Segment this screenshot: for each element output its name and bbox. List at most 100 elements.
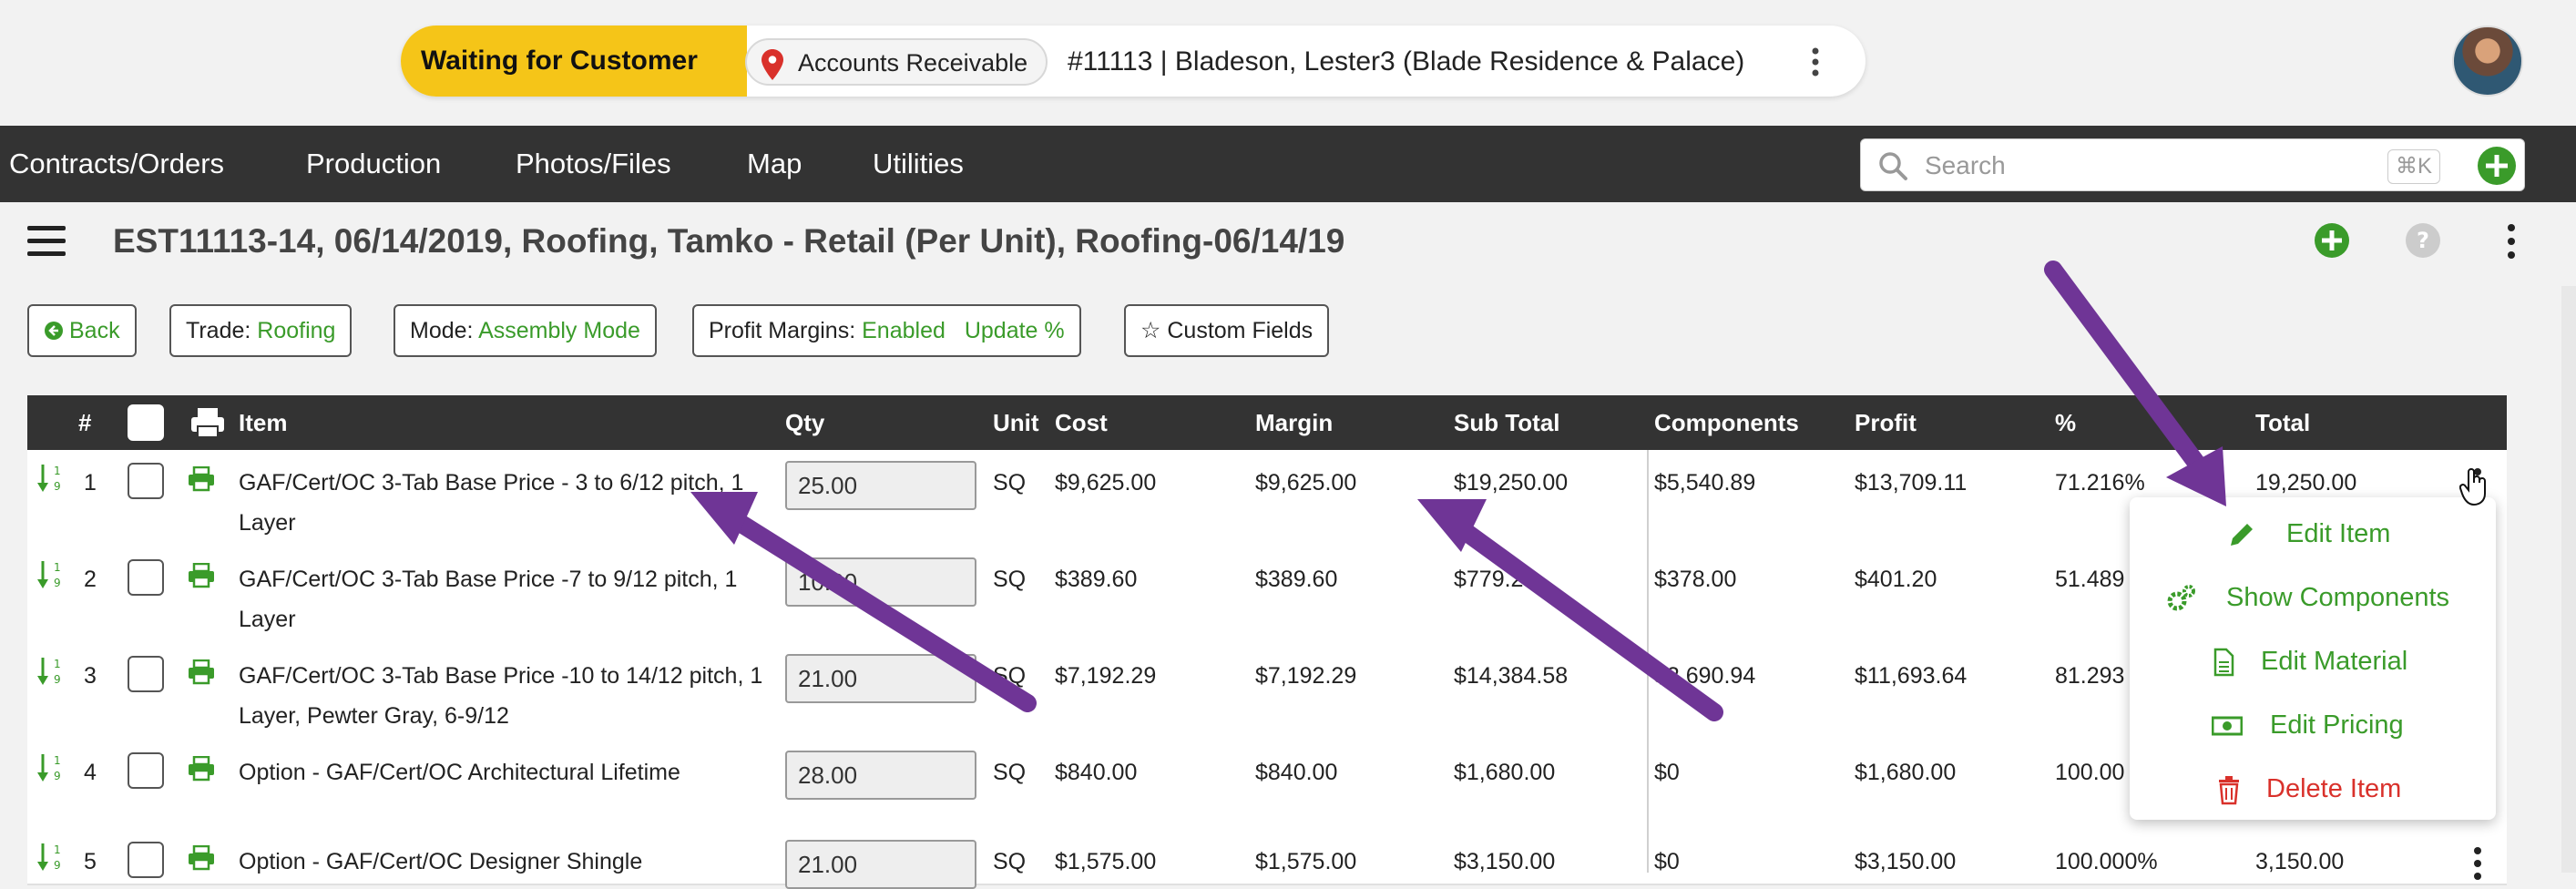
row-print-icon[interactable] [188, 756, 215, 782]
svg-text:1: 1 [54, 658, 61, 670]
add-item-icon[interactable] [2314, 222, 2350, 259]
job-menu-icon[interactable] [1802, 40, 1829, 84]
row-checkbox[interactable] [128, 559, 164, 596]
search-box: ⌘K [1860, 138, 2525, 191]
back-arrow-icon [45, 322, 63, 340]
profit-margins-label: Profit Margins: [709, 318, 856, 343]
custom-fields-label: Custom Fields [1167, 318, 1314, 343]
page-title: EST11113-14, 06/14/2019, Roofing, Tamko … [113, 222, 1345, 260]
back-button[interactable]: Back [27, 304, 137, 357]
quick-add-icon[interactable] [2477, 146, 2517, 186]
mode-button[interactable]: Mode: Assembly Mode [394, 304, 657, 357]
department-chip[interactable]: Accounts Receivable [745, 38, 1048, 86]
row-components: $378.00 [1654, 567, 1737, 592]
qty-input[interactable] [785, 557, 976, 607]
row-margin: $840.00 [1255, 760, 1338, 785]
row-checkbox[interactable] [128, 842, 164, 878]
row-subtotal: $779.20 [1454, 567, 1537, 592]
col-unit: Unit [993, 409, 1039, 436]
menu-edit-pricing[interactable]: Edit Pricing [2130, 696, 2496, 754]
page-menu-icon[interactable] [2498, 220, 2525, 262]
hamburger-menu-icon[interactable] [27, 224, 69, 259]
menu-edit-item[interactable]: Edit Item [2130, 505, 2496, 563]
row-checkbox[interactable] [128, 752, 164, 789]
row-percent: 100.000% [2055, 849, 2158, 874]
col-total: Total [2255, 409, 2311, 436]
table-row[interactable]: 1 9 5 SQ $1,575.00 $1,575.00 $3,150.00 $0 $3,150… [27, 829, 2507, 889]
row-print-icon[interactable] [188, 563, 215, 588]
row-number: 3 [84, 663, 97, 689]
sort-order-icon[interactable]: 19 [36, 559, 62, 590]
row-checkbox[interactable] [128, 656, 164, 692]
row-profit: $401.20 [1855, 567, 1937, 592]
nav-item-production[interactable]: Production [306, 126, 441, 202]
row-components: $2,690.94 [1654, 663, 1756, 689]
status-label[interactable]: Waiting for Customer [401, 26, 747, 97]
sort-order-icon[interactable]: 19 [36, 463, 62, 494]
row-subtotal: $1,680.00 [1454, 760, 1556, 785]
search-input[interactable] [1923, 147, 2400, 185]
row-action-menu: Edit Item Show Components Edit Material … [2130, 497, 2496, 820]
row-margin: $7,192.29 [1255, 663, 1357, 689]
row-print-icon[interactable] [188, 466, 215, 492]
sort-order-icon[interactable]: 19 [36, 656, 62, 687]
row-print-icon[interactable] [188, 845, 215, 871]
menu-edit-material-label: Edit Material [2261, 647, 2408, 676]
select-all-checkbox[interactable] [128, 404, 164, 441]
printer-icon[interactable] [189, 406, 226, 439]
svg-text:9: 9 [54, 673, 61, 686]
col-cost: Cost [1055, 409, 1108, 436]
sort-order-icon[interactable]: 19 [36, 752, 62, 783]
qty-input[interactable] [785, 751, 976, 800]
qty-input[interactable] [785, 840, 976, 889]
row-margin: $9,625.00 [1255, 470, 1357, 496]
svg-text:1: 1 [54, 754, 61, 767]
trade-button[interactable]: Trade: Roofing [169, 304, 353, 357]
menu-delete-item-label: Delete Item [2266, 774, 2402, 803]
nav-item-contracts[interactable]: Contracts/Orders [9, 126, 224, 202]
row-profit: $11,693.64 [1855, 663, 1968, 689]
row-unit: SQ [993, 760, 1027, 785]
row-checkbox[interactable] [128, 463, 164, 499]
row-percent: 100.00 [2055, 760, 2125, 785]
row-components: $5,540.89 [1654, 470, 1756, 496]
svg-text:9: 9 [54, 480, 61, 493]
svg-text:9: 9 [54, 770, 61, 782]
row-components: $0 [1654, 849, 1680, 874]
nav-item-utilities[interactable]: Utilities [873, 126, 964, 202]
row-menu-icon[interactable] [2467, 843, 2489, 884]
nav-item-map[interactable]: Map [747, 126, 802, 202]
user-avatar[interactable] [2452, 26, 2523, 97]
row-profit: $13,709.11 [1855, 470, 1968, 496]
row-unit: SQ [993, 567, 1027, 592]
nav-item-photos-files[interactable]: Photos/Files [516, 126, 671, 202]
custom-fields-button[interactable]: ☆ Custom Fields [1124, 304, 1330, 357]
qty-input[interactable] [785, 654, 976, 703]
row-components: $0 [1654, 760, 1680, 785]
row-item-name: GAF/Cert/OC 3-Tab Base Price -10 to 14/1… [239, 663, 763, 729]
row-cost: $9,625.00 [1055, 470, 1157, 496]
col-margin: Margin [1255, 409, 1334, 436]
row-cost: $7,192.29 [1055, 663, 1157, 689]
menu-edit-material[interactable]: Edit Material [2130, 632, 2496, 690]
back-label: Back [69, 318, 120, 343]
row-percent: 51.489 [2055, 567, 2125, 592]
menu-delete-item[interactable]: Delete Item [2130, 760, 2496, 818]
row-item-name: GAF/Cert/OC 3-Tab Base Price -7 to 9/12 … [239, 567, 738, 632]
col-qty: Qty [785, 409, 825, 436]
qty-input[interactable] [785, 461, 976, 510]
scrollbar[interactable] [2561, 286, 2576, 873]
sort-order-icon[interactable]: 19 [36, 842, 62, 873]
row-cost: $840.00 [1055, 760, 1138, 785]
job-title: #11113 | Bladeson, Lester3 (Blade Reside… [1068, 46, 1745, 77]
row-unit: SQ [993, 663, 1027, 689]
menu-show-components[interactable]: Show Components [2130, 568, 2496, 627]
help-icon[interactable]: ? [2405, 222, 2441, 259]
gears-icon [2167, 585, 2195, 611]
svg-text:9: 9 [54, 577, 61, 589]
profit-margins-value: Enabled [862, 318, 946, 343]
row-number: 2 [84, 567, 97, 592]
row-print-icon[interactable] [188, 659, 215, 685]
update-percent-link[interactable]: Update % [965, 318, 1065, 343]
profit-margins-button[interactable]: Profit Margins: Enabled Update % [692, 304, 1081, 357]
